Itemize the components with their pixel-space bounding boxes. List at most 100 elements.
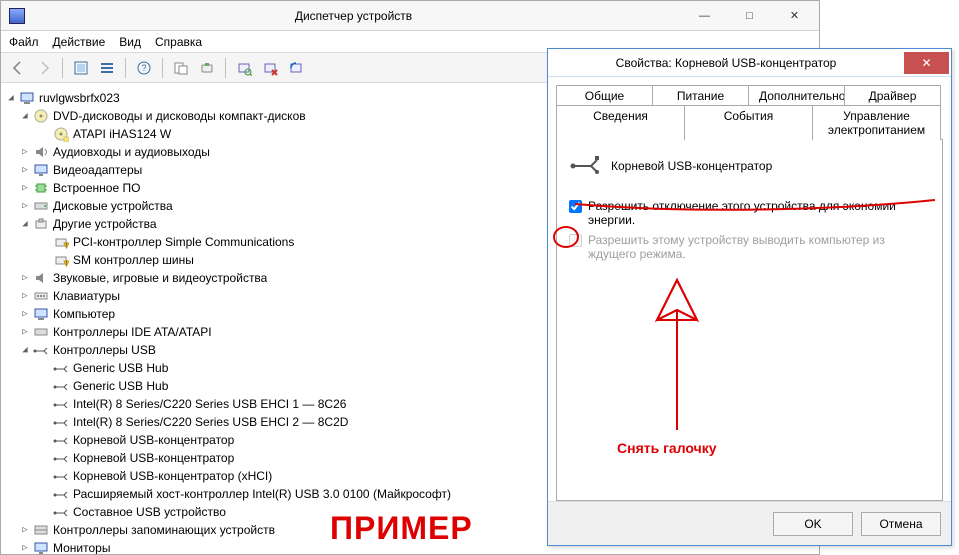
dvd-drive-icon xyxy=(33,108,49,124)
toolbar-properties-icon[interactable] xyxy=(170,57,192,79)
tab-power-management[interactable]: Управление электропитанием xyxy=(812,105,941,140)
expand-spacer xyxy=(39,254,51,266)
tree-label: Intel(R) 8 Series/C220 Series USB EHCI 1… xyxy=(73,397,346,411)
disk-icon xyxy=(33,198,49,214)
close-button[interactable]: ✕ xyxy=(772,5,817,27)
toolbar-forward-icon[interactable] xyxy=(33,57,55,79)
toolbar-uninstall-icon[interactable] xyxy=(259,57,281,79)
expand-spacer xyxy=(39,236,51,248)
usb-device-icon xyxy=(53,450,69,466)
maximize-button[interactable]: □ xyxy=(727,5,772,27)
tree-label: Контроллеры USB xyxy=(53,343,156,357)
tree-label: ruvlgwsbrfx023 xyxy=(39,91,120,105)
tree-label: Intel(R) 8 Series/C220 Series USB EHCI 2… xyxy=(73,415,348,429)
expand-icon[interactable]: ◢ xyxy=(19,218,31,230)
tree-label: ATAPI iHAS124 W xyxy=(73,127,171,141)
tab-driver[interactable]: Драйвер xyxy=(844,85,941,106)
expand-icon[interactable]: ▷ xyxy=(19,164,31,176)
device-manager-icon xyxy=(9,8,25,24)
device-manager-title: Диспетчер устройств xyxy=(25,9,682,23)
tree-label: Generic USB Hub xyxy=(73,379,168,393)
toolbar-details-icon[interactable] xyxy=(96,57,118,79)
unknown-device-icon: ! xyxy=(53,252,69,268)
tree-label: Контроллеры запоминающих устройств xyxy=(53,523,275,537)
tree-label: Корневой USB-концентратор (xHCI) xyxy=(73,469,272,483)
tree-label: Компьютер xyxy=(53,307,115,321)
sound-icon xyxy=(33,270,49,286)
ide-icon xyxy=(33,324,49,340)
display-icon xyxy=(33,162,49,178)
device-header: Корневой USB-концентратор xyxy=(569,152,930,179)
expand-icon[interactable]: ▷ xyxy=(19,308,31,320)
expand-spacer xyxy=(39,416,51,428)
expand-icon[interactable]: ▷ xyxy=(19,200,31,212)
expand-icon[interactable]: ▷ xyxy=(19,524,31,536)
tree-label: DVD-дисководы и дисководы компакт-дисков xyxy=(53,109,306,123)
svg-text:?: ? xyxy=(141,63,146,73)
expand-icon[interactable]: ◢ xyxy=(19,344,31,356)
toolbar-update-icon[interactable] xyxy=(196,57,218,79)
audio-icon xyxy=(33,144,49,160)
storage-icon xyxy=(33,522,49,538)
usb-device-icon xyxy=(53,504,69,520)
expand-icon[interactable]: ▷ xyxy=(19,326,31,338)
usb-device-icon xyxy=(53,432,69,448)
toolbar-back-icon[interactable] xyxy=(7,57,29,79)
tab-general[interactable]: Общие xyxy=(556,85,653,106)
expand-icon[interactable]: ▷ xyxy=(19,290,31,302)
expand-icon[interactable]: ▷ xyxy=(19,146,31,158)
tree-label: Мониторы xyxy=(53,541,110,554)
dvd-drive-icon xyxy=(53,126,69,142)
tab-strip: Общие Питание Дополнительно Драйвер Свед… xyxy=(556,85,943,139)
annotation-uncheck-label: Снять галочку xyxy=(617,440,717,456)
toolbar-show-hidden-icon[interactable] xyxy=(70,57,92,79)
tree-label: PCI-контроллер Simple Communications xyxy=(73,235,294,249)
expand-icon[interactable]: ▷ xyxy=(19,182,31,194)
expand-icon[interactable]: ◢ xyxy=(5,92,17,104)
expand-spacer xyxy=(39,362,51,374)
close-button[interactable]: ✕ xyxy=(904,52,949,74)
expand-icon[interactable]: ▷ xyxy=(19,542,31,554)
tree-label: Дисковые устройства xyxy=(53,199,173,213)
tree-label: Корневой USB-концентратор xyxy=(73,433,234,447)
tree-label: Звуковые, игровые и видеоустройства xyxy=(53,271,267,285)
toolbar-scan-icon[interactable] xyxy=(233,57,255,79)
tab-details[interactable]: Сведения xyxy=(556,105,685,140)
tree-label: Другие устройства xyxy=(53,217,157,231)
annotation-underline xyxy=(575,200,940,220)
expand-icon[interactable]: ▷ xyxy=(19,272,31,284)
usb-device-icon xyxy=(53,396,69,412)
properties-titlebar: Свойства: Корневой USB-концентратор ✕ xyxy=(548,49,951,77)
menu-action[interactable]: Действие xyxy=(53,35,106,49)
tab-power[interactable]: Питание xyxy=(652,85,749,106)
menu-help[interactable]: Справка xyxy=(155,35,202,49)
menu-file[interactable]: Файл xyxy=(9,35,39,49)
expand-spacer xyxy=(39,452,51,464)
monitor-icon xyxy=(33,540,49,554)
properties-dialog: Свойства: Корневой USB-концентратор ✕ Об… xyxy=(547,48,952,546)
expand-spacer xyxy=(39,506,51,518)
computer-icon xyxy=(33,306,49,322)
cancel-button[interactable]: Отмена xyxy=(861,512,941,536)
ok-button[interactable]: OK xyxy=(773,512,853,536)
usb-device-icon xyxy=(53,360,69,376)
expand-spacer xyxy=(39,488,51,500)
unknown-device-icon: ! xyxy=(53,234,69,250)
tab-events[interactable]: События xyxy=(684,105,813,140)
tree-label: Клавиатуры xyxy=(53,289,120,303)
tree-label: Generic USB Hub xyxy=(73,361,168,375)
minimize-button[interactable]: — xyxy=(682,5,727,27)
toolbar-sep xyxy=(225,58,226,78)
expand-icon[interactable]: ◢ xyxy=(19,110,31,122)
tab-advanced[interactable]: Дополнительно xyxy=(748,85,845,106)
tab-pane-power-management: Корневой USB-концентратор Разрешить откл… xyxy=(556,139,943,501)
tree-label: Контроллеры IDE ATA/ATAPI xyxy=(53,325,212,339)
tree-label: Корневой USB-концентратор xyxy=(73,451,234,465)
tree-label: Видеоадаптеры xyxy=(53,163,142,177)
toolbar-help-icon[interactable]: ? xyxy=(133,57,155,79)
annotation-circle-checkbox xyxy=(553,226,579,248)
menu-view[interactable]: Вид xyxy=(119,35,141,49)
allow-wake-row: Разрешить этому устройству выводить комп… xyxy=(569,233,930,261)
expand-spacer xyxy=(39,380,51,392)
toolbar-enable-icon[interactable] xyxy=(285,57,307,79)
